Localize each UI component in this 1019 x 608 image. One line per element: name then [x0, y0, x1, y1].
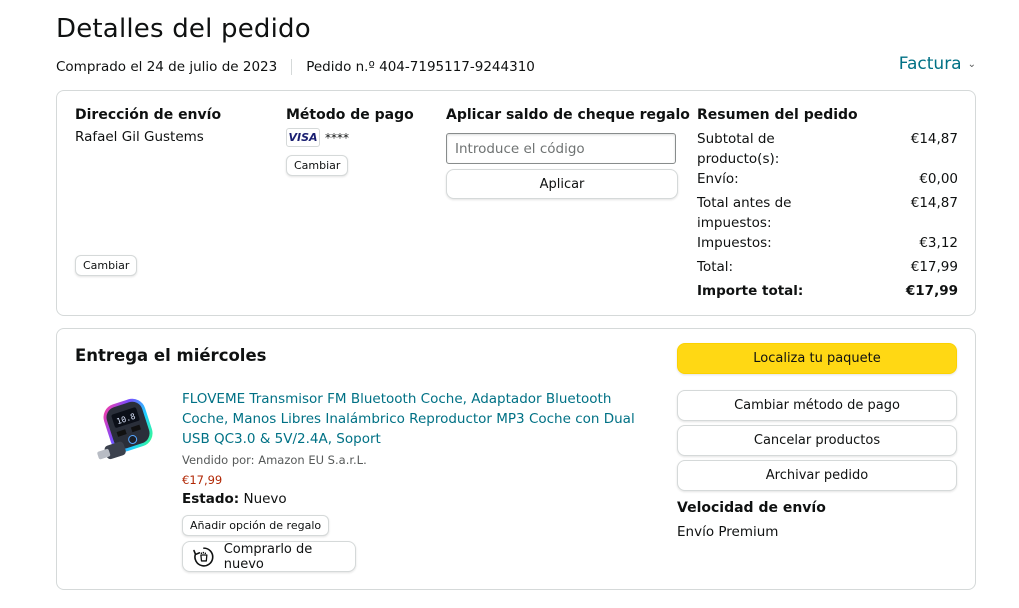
product-price: €17,99 [182, 473, 223, 487]
summary-label: Envío: [697, 171, 739, 187]
invoice-label: Factura [898, 54, 962, 74]
summary-value: €3,12 [919, 235, 958, 251]
order-number: Pedido n.º 404-7195117-9244310 [306, 59, 535, 75]
card-mask: **** [325, 130, 349, 145]
summary-label: Total antes de impuestos: [697, 195, 792, 231]
summary-row: Impuestos: €3,12 [697, 233, 958, 253]
shipping-heading: Dirección de envío [75, 107, 222, 123]
archive-order-button[interactable]: Archivar pedido [677, 460, 957, 491]
grand-total-label: Importe total: [697, 283, 804, 299]
cancel-items-button[interactable]: Cancelar productos [677, 425, 957, 456]
order-meta: Comprado el 24 de julio de 2023 Pedido n… [56, 59, 535, 75]
product-title-link[interactable]: FLOVEME Transmisor FM Bluetooth Coche, A… [182, 389, 657, 449]
meta-divider [291, 59, 293, 75]
visa-card-icon: VISA [286, 128, 320, 147]
seller-text: Vendido por: Amazon EU S.a.r.L. [182, 453, 367, 467]
condition-value: Nuevo [243, 491, 287, 507]
summary-row: Envío: €0,00 [697, 169, 958, 189]
add-gift-option-button[interactable]: Añadir opción de regalo [182, 515, 330, 536]
summary-value: €0,00 [919, 171, 958, 187]
summary-row: Total antes de impuestos: €14,87 [697, 193, 958, 233]
order-summary: Resumen del pedido Subtotal de producto(… [697, 107, 958, 301]
change-payment-button[interactable]: Cambiar [286, 155, 349, 176]
shipping-section: Dirección de envío Rafael Gil Gustems [75, 107, 221, 145]
shipping-speed-heading: Velocidad de envío [677, 500, 826, 516]
delivery-heading: Entrega el miércoles [75, 346, 267, 365]
product-condition: Estado: Nuevo [182, 491, 287, 507]
summary-total-row: Importe total: €17,99 [697, 281, 958, 301]
summary-label: Subtotal de producto(s): [697, 131, 780, 167]
order-info-card: Dirección de envío Rafael Gil Gustems Ca… [56, 90, 976, 316]
chevron-down-icon: ⌄ [967, 58, 976, 70]
summary-label: Total: [697, 259, 734, 275]
gift-code-input[interactable] [446, 133, 676, 164]
summary-value: €14,87 [910, 195, 958, 211]
track-package-button[interactable]: Localiza tu paquete [677, 343, 957, 374]
payment-heading: Método de pago [286, 107, 414, 123]
summary-value: €14,87 [910, 131, 958, 147]
condition-label: Estado: [182, 491, 240, 507]
payment-section: Método de pago VISA **** [286, 107, 414, 147]
product-image[interactable]: 10.8 [87, 395, 167, 475]
apply-gift-button[interactable]: Aplicar [446, 169, 678, 199]
summary-value: €17,99 [910, 259, 958, 275]
summary-row: Total: €17,99 [697, 257, 958, 277]
change-payment-method-button[interactable]: Cambiar método de pago [677, 390, 957, 421]
shipping-speed-value: Envío Premium [677, 524, 779, 540]
shipment-card: Entrega el miércoles 10.8 FLOVEME Transm… [56, 328, 976, 590]
grand-total-value: €17,99 [905, 283, 958, 299]
buy-again-icon [193, 546, 214, 567]
change-address-button[interactable]: Cambiar [75, 255, 138, 276]
summary-label: Impuestos: [697, 235, 772, 251]
page-title: Detalles del pedido [56, 14, 311, 44]
summary-heading: Resumen del pedido [697, 107, 858, 123]
summary-row: Subtotal de producto(s): €14,87 [697, 129, 958, 169]
shipping-name: Rafael Gil Gustems [75, 129, 204, 145]
invoice-dropdown[interactable]: Factura ⌄ [899, 54, 976, 74]
gift-card-heading: Aplicar saldo de cheque regalo [446, 107, 690, 123]
purchase-date: Comprado el 24 de julio de 2023 [56, 59, 278, 75]
buy-again-label: Comprarlo de nuevo [223, 541, 313, 572]
buy-again-button[interactable]: Comprarlo de nuevo [182, 541, 356, 572]
